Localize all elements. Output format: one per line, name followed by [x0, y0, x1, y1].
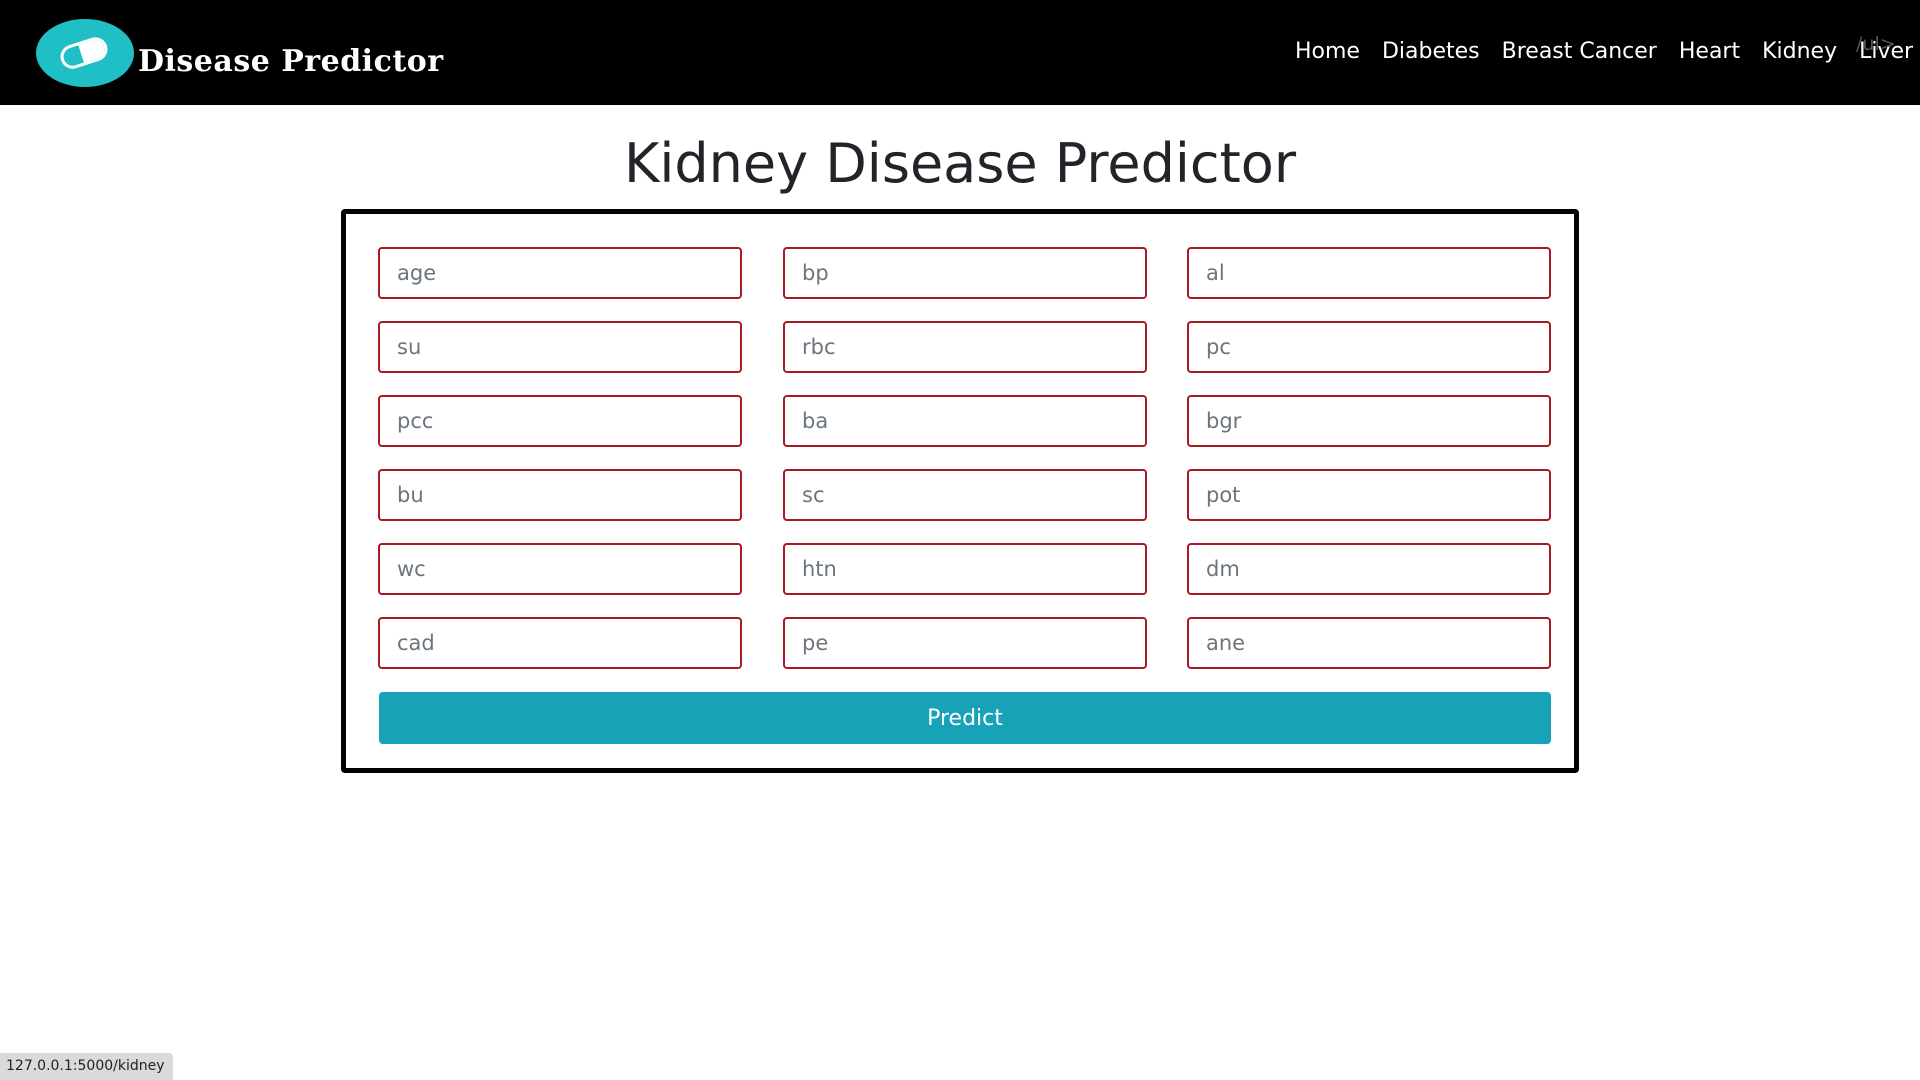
- bp-field[interactable]: [783, 247, 1147, 299]
- brand-text: Disease Predictor: [138, 43, 444, 79]
- status-bar-url: 127.0.0.1:5000/kidney: [0, 1053, 173, 1080]
- nav-link-breast-cancer[interactable]: Breast Cancer: [1502, 39, 1657, 64]
- predict-button[interactable]: Predict: [379, 692, 1551, 744]
- nav-link-heart[interactable]: Heart: [1679, 39, 1740, 64]
- nav-link-diabetes[interactable]: Diabetes: [1382, 39, 1480, 64]
- wc-field[interactable]: [378, 543, 742, 595]
- pc-field[interactable]: [1187, 321, 1551, 373]
- pcc-field[interactable]: [378, 395, 742, 447]
- nav-link-kidney[interactable]: Kidney: [1762, 39, 1837, 64]
- ba-field[interactable]: [783, 395, 1147, 447]
- cad-field[interactable]: [378, 617, 742, 669]
- pe-field[interactable]: [783, 617, 1147, 669]
- al-field[interactable]: [1187, 247, 1551, 299]
- bu-field[interactable]: [378, 469, 742, 521]
- dm-field[interactable]: [1187, 543, 1551, 595]
- kidney-form: Predict: [341, 209, 1579, 773]
- sc-field[interactable]: [783, 469, 1147, 521]
- brand[interactable]: Disease Predictor: [36, 19, 444, 87]
- rbc-field[interactable]: [783, 321, 1147, 373]
- nav-link-home[interactable]: Home: [1295, 39, 1360, 64]
- age-field[interactable]: [378, 247, 742, 299]
- su-field[interactable]: [378, 321, 742, 373]
- stray-markup-text: /ul>: [1856, 33, 1896, 55]
- bgr-field[interactable]: [1187, 395, 1551, 447]
- htn-field[interactable]: [783, 543, 1147, 595]
- ane-field[interactable]: [1187, 617, 1551, 669]
- nav-links: Home Diabetes Breast Cancer Heart Kidney…: [1295, 39, 1913, 64]
- navbar: Disease Predictor Home Diabetes Breast C…: [0, 0, 1920, 105]
- pill-capsule-icon: [36, 19, 134, 87]
- pot-field[interactable]: [1187, 469, 1551, 521]
- page-title: Kidney Disease Predictor: [623, 132, 1297, 195]
